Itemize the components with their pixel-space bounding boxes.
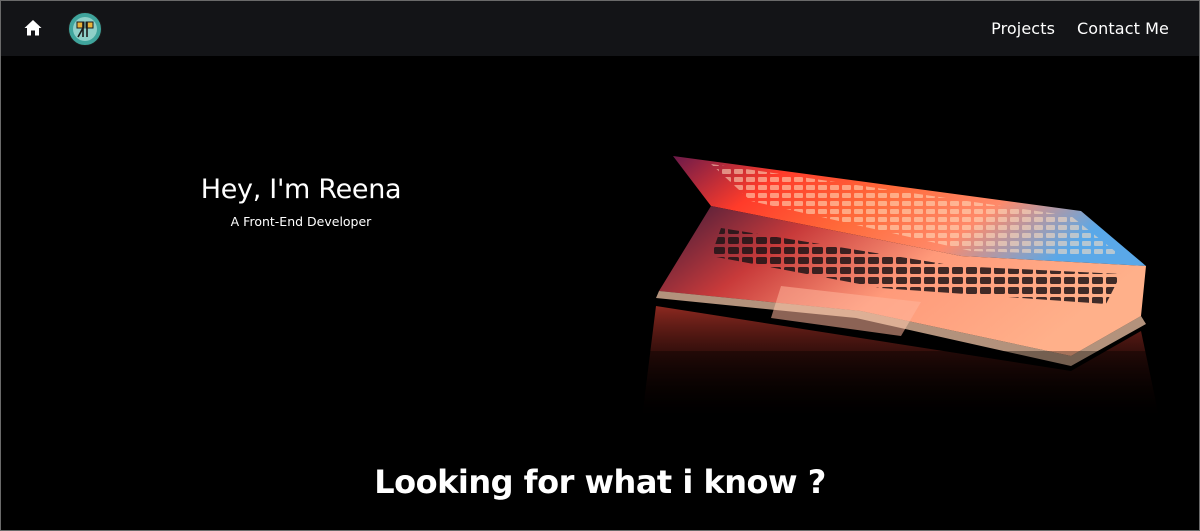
home-icon — [24, 20, 42, 36]
skills-section-heading: Looking for what i know ? — [374, 463, 826, 501]
hero-title: Hey, I'm Reena — [200, 174, 402, 205]
nav-links: Projects Contact Me — [991, 1, 1169, 56]
page-frame: Projects Contact Me Hey, I'm Reena A Fro… — [0, 0, 1200, 531]
site-logo[interactable] — [68, 12, 102, 46]
hero-laptop-image — [601, 56, 1199, 436]
navbar: Projects Contact Me — [1, 1, 1199, 56]
hero-section: Hey, I'm Reena A Front-End Developer — [1, 56, 1199, 436]
laptop-image — [601, 56, 1199, 436]
rp-monogram-logo — [68, 12, 102, 46]
nav-link-contact[interactable]: Contact Me — [1077, 19, 1169, 38]
hero-text: Hey, I'm Reena A Front-End Developer — [151, 174, 451, 229]
nav-link-projects[interactable]: Projects — [991, 19, 1055, 38]
hero-subtitle: A Front-End Developer — [230, 214, 372, 229]
home-button[interactable] — [23, 18, 43, 38]
